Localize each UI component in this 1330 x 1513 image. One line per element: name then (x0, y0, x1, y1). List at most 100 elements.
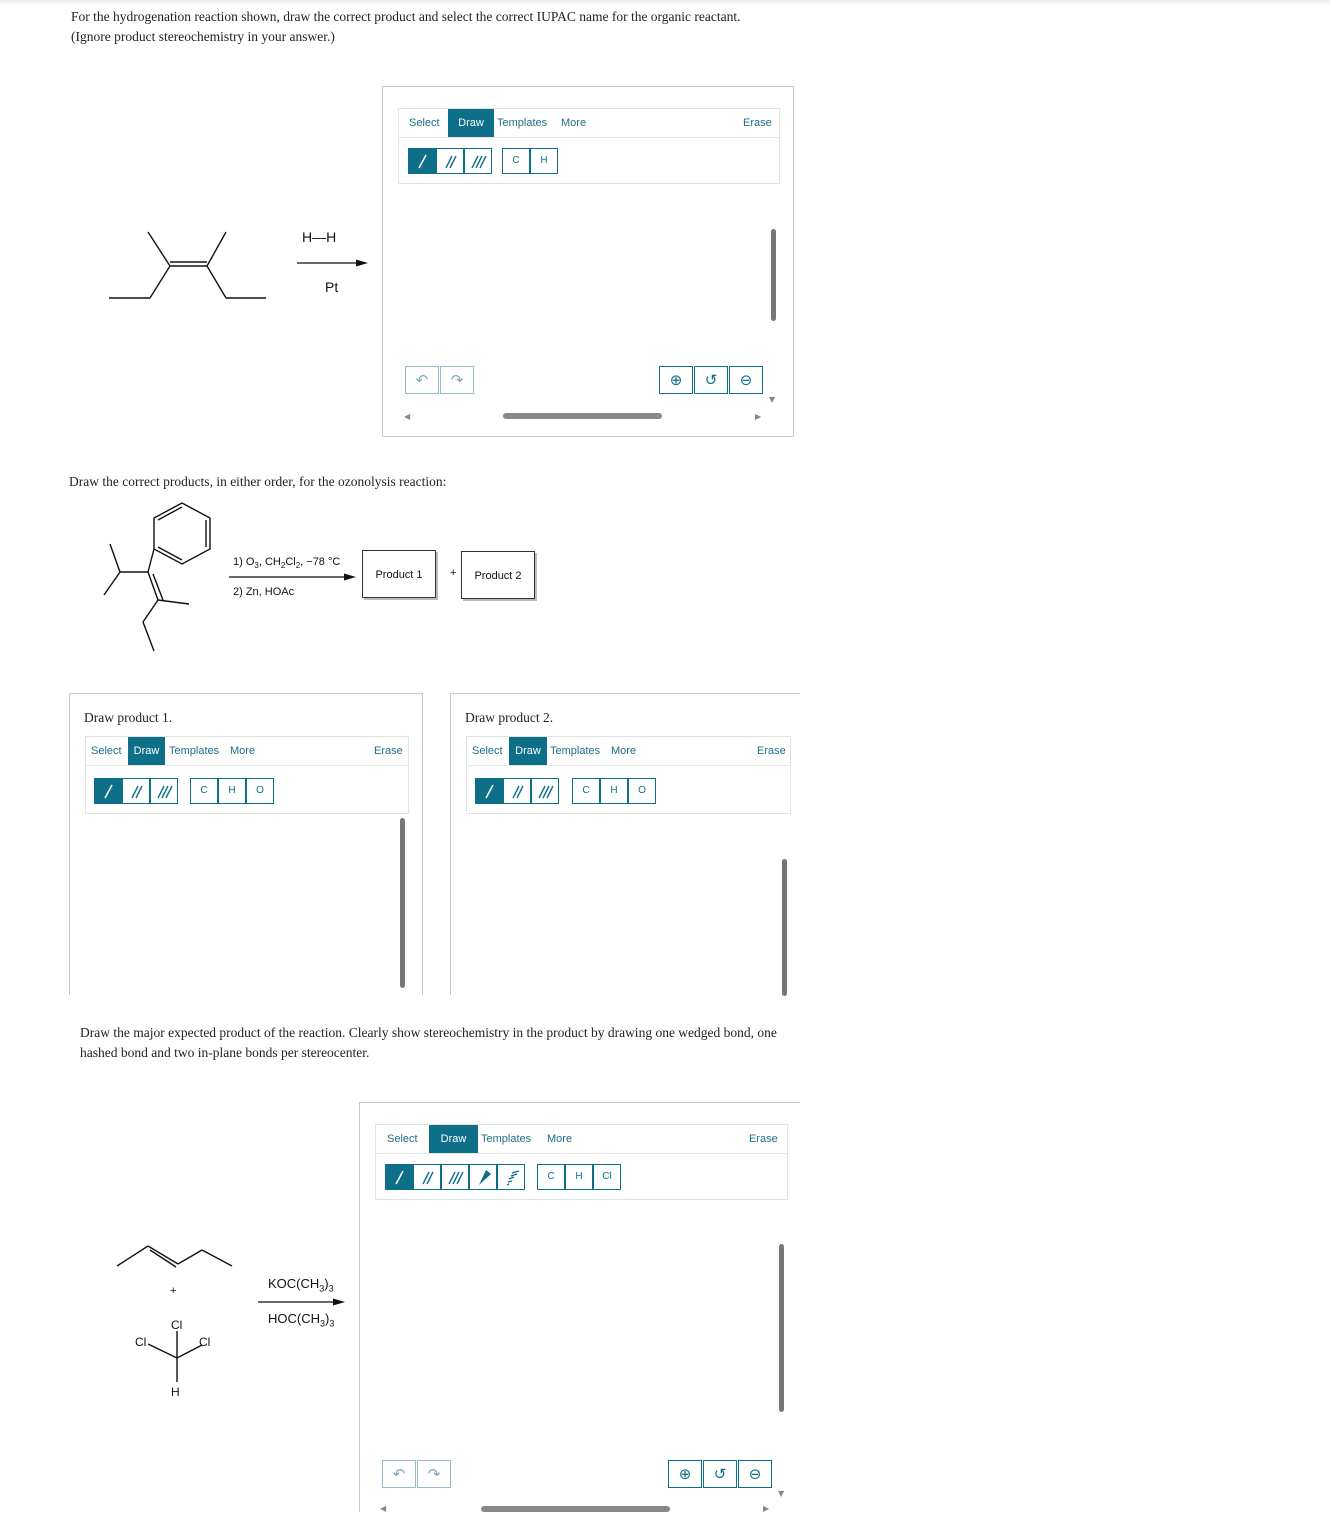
q1-scroll-left-arrow[interactable]: ◀ (404, 412, 410, 421)
q3-prompt-container: Draw the major expected product of the r… (80, 1023, 800, 1065)
q1-horizontal-scrollbar[interactable] (503, 413, 662, 419)
q1-erase-button[interactable]: Erase (743, 109, 772, 137)
q3-atom-c-button[interactable]: C (537, 1164, 565, 1190)
q1-atom-h-button[interactable]: H (530, 148, 558, 174)
q1-undo-button[interactable]: ↶ (405, 366, 439, 394)
p2-tab-more[interactable]: More (611, 737, 636, 765)
double-bond-icon (422, 1171, 434, 1185)
q1-tab-more[interactable]: More (561, 109, 586, 137)
p2-tab-select[interactable]: Select (472, 737, 503, 765)
p2-triple-bond-tool[interactable] (531, 778, 559, 804)
p1-vertical-scrollbar[interactable] (400, 818, 405, 988)
p1-tab-more[interactable]: More (230, 737, 255, 765)
p2-vertical-scrollbar[interactable] (782, 859, 787, 996)
q2-step1-text-ch: , CH (258, 556, 281, 568)
q3-triple-bond-tool[interactable] (441, 1164, 469, 1190)
q3-wedge-bond-tool[interactable] (469, 1164, 497, 1190)
p2-erase-button[interactable]: Erase (757, 737, 786, 765)
q1-tab-draw[interactable]: Draw (448, 109, 494, 137)
p1-tab-draw[interactable]: Draw (128, 737, 165, 765)
q3-atom-h-bottom: H (171, 1385, 180, 1399)
product-2-box[interactable]: Product 2 (461, 551, 535, 599)
p1-atom-c-button[interactable]: C (190, 778, 218, 804)
q1-scroll-right-arrow[interactable]: ▶ (755, 412, 761, 421)
q2-reaction-arrow (229, 573, 356, 581)
q2-step1-text-cl: Cl (285, 556, 296, 568)
q1-sketcher[interactable]: Select Draw Templates More Erase C H ▼ ↶… (382, 86, 794, 437)
p2-double-bond-tool[interactable] (503, 778, 531, 804)
q1-scroll-down-arrow[interactable]: ▼ (769, 395, 775, 404)
q1-double-bond-tool[interactable] (436, 148, 464, 174)
q3-reaction-arrow (258, 1298, 345, 1306)
q1-redo-button[interactable]: ↷ (440, 366, 474, 394)
p2-atom-h-button[interactable]: H (600, 778, 628, 804)
q1-reaction-arrow (297, 259, 368, 267)
p2-single-bond-tool[interactable] (475, 778, 503, 804)
q1-tab-bar: Select Draw Templates More Erase (399, 109, 779, 138)
p1-atom-o-button[interactable]: O (246, 778, 274, 804)
zoom-out-icon: ⊖ (739, 371, 753, 389)
q3-scroll-down-arrow[interactable]: ▼ (778, 1489, 784, 1498)
q1-zoom-in-button[interactable]: ⊕ (659, 366, 693, 394)
p1-triple-bond-tool[interactable] (150, 778, 178, 804)
q3-reagent-top-text: KOC(CH (268, 1276, 320, 1291)
p2-tab-draw[interactable]: Draw (509, 737, 547, 765)
double-bond-icon (445, 155, 457, 169)
q3-atom-cl-right: Cl (199, 1335, 210, 1349)
zoom-in-icon: ⊕ (678, 1465, 692, 1483)
p1-sketcher-toolbar: Select Draw Templates More Erase C H O (85, 736, 409, 814)
q3-tab-draw[interactable]: Draw (429, 1125, 478, 1153)
q3-atom-h-button[interactable]: H (565, 1164, 593, 1190)
p1-single-bond-tool[interactable] (94, 778, 122, 804)
product-2-panel: Draw product 2. Select Draw Templates Mo… (450, 693, 800, 996)
q3-plus-sign: + (170, 1285, 177, 1297)
triple-bond-icon (471, 155, 487, 169)
q3-atom-cl-left: Cl (135, 1335, 146, 1349)
q1-tab-select[interactable]: Select (409, 109, 440, 137)
q3-reagent-top: KOC(CH3)3 (268, 1276, 334, 1294)
product-1-panel: Draw product 1. Select Draw Templates Mo… (69, 693, 423, 995)
q3-double-bond-tool[interactable] (413, 1164, 441, 1190)
q3-tab-templates[interactable]: Templates (481, 1125, 531, 1153)
q1-triple-bond-tool[interactable] (464, 148, 492, 174)
p1-double-bond-tool[interactable] (122, 778, 150, 804)
single-bond-icon (485, 784, 494, 799)
p2-sketcher-toolbar: Select Draw Templates More Erase C H O (466, 736, 791, 814)
undo-icon: ↶ (392, 1465, 406, 1483)
q3-sketcher[interactable]: Select Draw Templates More Erase C H Cl … (359, 1102, 800, 1513)
p1-erase-button[interactable]: Erase (374, 737, 403, 765)
q3-vertical-scrollbar[interactable] (779, 1244, 784, 1412)
p1-tab-templates[interactable]: Templates (169, 737, 219, 765)
q3-erase-button[interactable]: Erase (749, 1125, 778, 1153)
p2-atom-o-button[interactable]: O (628, 778, 656, 804)
q1-vertical-scrollbar[interactable] (771, 229, 776, 321)
p1-tab-select[interactable]: Select (91, 737, 122, 765)
q3-single-bond-tool[interactable] (385, 1164, 413, 1190)
q3-reagent-bottom-sub2: 3 (329, 1318, 335, 1329)
q3-zoom-in-button[interactable]: ⊕ (668, 1460, 702, 1488)
q3-hash-bond-tool[interactable] (497, 1164, 525, 1190)
double-bond-icon (512, 785, 524, 799)
q3-redo-button[interactable]: ↷ (417, 1460, 451, 1488)
p2-atom-c-button[interactable]: C (572, 778, 600, 804)
q3-atom-cl-button[interactable]: Cl (593, 1164, 621, 1190)
q1-prompt-line1: For the hydrogenation reaction shown, dr… (71, 9, 741, 24)
top-gradient-bar (0, 0, 1330, 5)
q3-zoom-out-button[interactable]: ⊖ (738, 1460, 772, 1488)
q3-tab-select[interactable]: Select (387, 1125, 418, 1153)
q3-horizontal-scrollbar[interactable] (481, 1506, 670, 1512)
q3-tab-bar: Select Draw Templates More Erase (376, 1125, 787, 1154)
q1-zoom-reset-button[interactable]: ↺ (694, 366, 728, 394)
q3-undo-button[interactable]: ↶ (382, 1460, 416, 1488)
p2-tab-templates[interactable]: Templates (550, 737, 600, 765)
p1-atom-h-button[interactable]: H (218, 778, 246, 804)
q3-tab-more[interactable]: More (547, 1125, 572, 1153)
q1-atom-c-button[interactable]: C (502, 148, 530, 174)
q3-reagent-bottom: HOC(CH3)3 (268, 1311, 334, 1329)
q1-single-bond-tool[interactable] (408, 148, 436, 174)
single-bond-icon (104, 784, 113, 799)
q3-zoom-reset-button[interactable]: ↺ (703, 1460, 737, 1488)
q1-tab-templates[interactable]: Templates (497, 109, 547, 137)
q1-zoom-out-button[interactable]: ⊖ (729, 366, 763, 394)
product-1-box[interactable]: Product 1 (362, 550, 436, 598)
